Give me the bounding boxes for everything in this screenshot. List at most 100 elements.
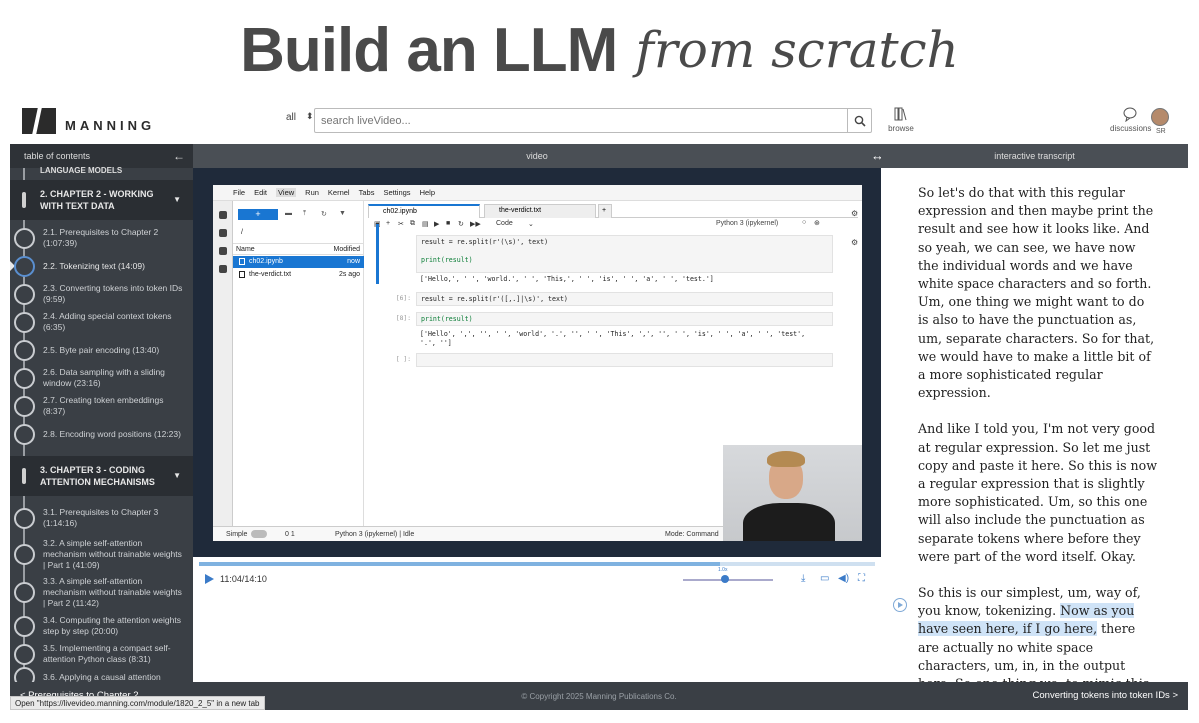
captions-icon[interactable]: ▭ bbox=[820, 573, 829, 584]
filter-icon[interactable]: ▼ bbox=[339, 210, 346, 217]
gear-icon[interactable]: ⚙ bbox=[851, 238, 858, 247]
menu-view[interactable]: View bbox=[276, 188, 297, 197]
code-line: result = re.split(r'(\s)', text) bbox=[421, 238, 549, 246]
toc-section[interactable]: 2.1. Prerequisites to Chapter 2 (1:07:39… bbox=[10, 226, 193, 250]
progress-circle-icon bbox=[14, 255, 35, 277]
toc-section[interactable]: 3.2. A simple self-attention mechanism w… bbox=[10, 537, 193, 571]
modified-column-header[interactable]: Modified bbox=[334, 246, 360, 253]
run-icon[interactable]: ▶ bbox=[434, 220, 439, 228]
toc-section[interactable]: 3.3. A simple self-attention mechanism w… bbox=[10, 575, 193, 609]
transcript-play-icon[interactable] bbox=[893, 598, 907, 612]
chevron-down-icon: ⌄ bbox=[528, 221, 534, 228]
add-cell-icon[interactable]: + bbox=[386, 220, 390, 227]
chapter-3-label: 3. CHAPTER 3 - CODING ATTENTION MECHANIS… bbox=[40, 465, 155, 487]
menu-tabs[interactable]: Tabs bbox=[359, 188, 375, 197]
toc-section[interactable]: 2.8. Encoding word positions (12:23) bbox=[10, 422, 193, 446]
new-folder-icon[interactable]: ▬ bbox=[285, 210, 292, 217]
section-label: 3.1. Prerequisites to Chapter 3 (1:14:16… bbox=[43, 507, 159, 528]
gear-icon[interactable]: ⚙ bbox=[851, 209, 858, 218]
section-label: 3.3. A simple self-attention mechanism w… bbox=[43, 575, 182, 608]
transcript-paragraph[interactable]: So this is our simplest, um, way of, you… bbox=[918, 584, 1158, 682]
run-all-icon[interactable]: ▶▶ bbox=[470, 220, 481, 228]
menu-edit[interactable]: Edit bbox=[254, 188, 267, 197]
upload-icon[interactable]: ⤒ bbox=[303, 210, 306, 218]
transcript-paragraph[interactable]: So let's do that with this regular expre… bbox=[918, 184, 1158, 402]
progress-circle-icon bbox=[14, 507, 35, 529]
file-row[interactable]: the-verdict.txt 2s ago bbox=[233, 269, 364, 281]
toc-section[interactable]: 3.1. Prerequisites to Chapter 3 (1:14:16… bbox=[10, 506, 193, 530]
transcript-paragraph[interactable]: And like I told you, I'm not very good a… bbox=[918, 420, 1158, 566]
simple-mode-toggle[interactable] bbox=[251, 530, 267, 538]
toc-section[interactable]: 2.7. Creating token embeddings (8:37) bbox=[10, 394, 193, 418]
toc-section-active[interactable]: 2.2. Tokenizing text (14:09) bbox=[10, 254, 193, 278]
paste-icon[interactable]: ▤ bbox=[422, 220, 429, 228]
fullscreen-icon[interactable]: ⛶ bbox=[858, 573, 865, 584]
new-launcher-button[interactable]: + bbox=[238, 209, 278, 220]
bug-icon[interactable]: ⊛ bbox=[814, 219, 820, 227]
play-icon[interactable] bbox=[205, 574, 214, 584]
toc-cutoff-item[interactable]: LANGUAGE MODELS bbox=[40, 166, 122, 175]
user-avatar[interactable] bbox=[1151, 108, 1169, 126]
speed-label: 1.0x bbox=[718, 567, 728, 573]
discussions-button[interactable]: discussions bbox=[1110, 106, 1151, 133]
menu-file[interactable]: File bbox=[233, 188, 245, 197]
running-icon[interactable] bbox=[218, 229, 227, 237]
tab-verdict[interactable]: the-verdict.txt bbox=[484, 204, 596, 218]
cell-input[interactable]: result = re.split(r'([,.]|\s)', text) bbox=[416, 292, 833, 306]
toc-section[interactable]: 3.4. Computing the attention weights ste… bbox=[10, 614, 193, 638]
progress-circle-icon bbox=[14, 227, 35, 249]
section-label: 2.8. Encoding word positions (12:23) bbox=[43, 428, 181, 439]
refresh-icon[interactable]: ↻ bbox=[321, 210, 327, 218]
volume-icon[interactable]: ◀) bbox=[838, 573, 849, 584]
copy-icon[interactable]: ⧉ bbox=[410, 220, 415, 228]
breadcrumb[interactable]: / bbox=[241, 229, 243, 236]
folder-icon[interactable] bbox=[218, 211, 227, 219]
toc-section[interactable]: 3.6. Applying a causal attention bbox=[10, 666, 193, 682]
next-section-link[interactable]: Converting tokens into token IDs > bbox=[1033, 690, 1178, 701]
speed-slider-knob[interactable] bbox=[721, 575, 729, 583]
progress-circle-icon bbox=[14, 423, 35, 445]
cell-input[interactable]: result = re.split(r'(\s)', text) print(r… bbox=[416, 235, 833, 273]
search-button[interactable] bbox=[847, 109, 871, 132]
file-row[interactable]: ch02.ipynb now bbox=[233, 256, 364, 268]
search-scope-select[interactable]: all bbox=[286, 112, 296, 123]
menu-help[interactable]: Help bbox=[420, 188, 435, 197]
toc-section[interactable]: 2.3. Converting tokens into token IDs (9… bbox=[10, 282, 193, 306]
books-icon bbox=[894, 107, 907, 121]
section-label: 2.6. Data sampling with a sliding window… bbox=[43, 367, 165, 388]
cell-input[interactable]: print(result) bbox=[416, 312, 833, 326]
manning-logo[interactable]: MANNING bbox=[22, 108, 155, 134]
toc-icon[interactable] bbox=[218, 247, 227, 255]
stop-icon[interactable]: ■ bbox=[446, 220, 450, 227]
notebook-tabbar: ch02.ipynb the-verdict.txt + bbox=[368, 204, 858, 218]
collapse-arrow-icon[interactable]: ← bbox=[173, 149, 185, 163]
toc-section[interactable]: 3.5. Implementing a compact self-attenti… bbox=[10, 642, 193, 666]
new-tab-button[interactable]: + bbox=[598, 204, 612, 218]
toc-section[interactable]: 2.4. Adding special context tokens (6:35… bbox=[10, 310, 193, 334]
cell-type-select[interactable]: Code bbox=[496, 220, 513, 227]
menu-settings[interactable]: Settings bbox=[383, 188, 410, 197]
cell-prompt: [8]: bbox=[395, 315, 411, 322]
progress-bar[interactable] bbox=[199, 562, 875, 566]
progress-circle-icon bbox=[14, 311, 35, 333]
updown-arrows-icon: ⬍ bbox=[306, 111, 314, 121]
chapter-2-row[interactable]: 2. CHAPTER 2 - WORKING WITH TEXT DATA ▼ bbox=[10, 180, 193, 220]
search-input[interactable] bbox=[315, 109, 835, 132]
download-icon[interactable]: ⤓ bbox=[801, 573, 805, 584]
cell-input[interactable] bbox=[416, 353, 833, 367]
chapter-3-row[interactable]: 3. CHAPTER 3 - CODING ATTENTION MECHANIS… bbox=[10, 456, 193, 496]
progress-fill bbox=[199, 562, 720, 566]
notebook-toolbar: ▣ + ✂ ⧉ ▤ ▶ ■ ↻ ▶▶ Code ⌄ Python 3 (ipyk… bbox=[368, 219, 858, 233]
name-column-header[interactable]: Name bbox=[236, 246, 255, 253]
cut-icon[interactable]: ✂ bbox=[398, 220, 404, 228]
browse-button[interactable]: browse bbox=[886, 106, 916, 133]
kernel-name[interactable]: Python 3 (ipykernel) bbox=[716, 220, 778, 227]
progress-circle-icon bbox=[14, 367, 35, 389]
extension-icon[interactable] bbox=[218, 265, 227, 273]
tab-ch02[interactable]: ch02.ipynb bbox=[368, 204, 480, 218]
restart-icon[interactable]: ↻ bbox=[458, 220, 464, 228]
toc-section[interactable]: 2.5. Byte pair encoding (13:40) bbox=[10, 338, 193, 362]
menu-kernel[interactable]: Kernel bbox=[328, 188, 350, 197]
menu-run[interactable]: Run bbox=[305, 188, 319, 197]
toc-section[interactable]: 2.6. Data sampling with a sliding window… bbox=[10, 366, 193, 390]
